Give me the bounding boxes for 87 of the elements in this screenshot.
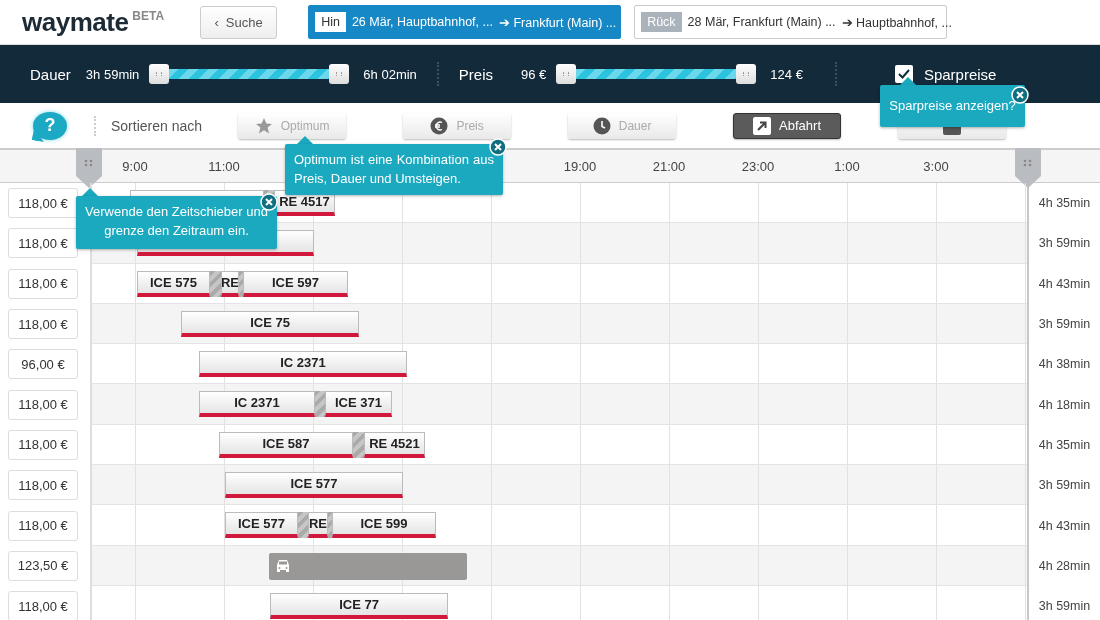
time-label: 19:00 [563,159,597,174]
savings-label: Sparpreise [923,65,997,83]
duration-text: 3h 59min [1038,236,1091,251]
trip-destination: ➔ Frankfurt (Main) ... [498,14,617,30]
duration-text: 4h 43min [1038,276,1091,291]
checkbox[interactable] [894,65,913,83]
sort-label: Sortieren nach [111,117,203,134]
train-segment[interactable]: ICE 597 [243,270,348,297]
trip-direction-tag: Rück [641,12,682,32]
train-segment[interactable]: ICE 577 [225,472,403,499]
train-segment[interactable]: RE [221,270,239,297]
back-button[interactable]: ‹ Suche [200,5,278,39]
transfer-gap [210,270,221,297]
duration-text: 4h 18min [1038,397,1091,412]
slider-handle[interactable] [149,64,170,84]
transfer-gap [298,512,308,539]
euro-icon [430,116,449,135]
duration-text: 3h 59min [1038,478,1091,493]
duration-text: 3h 59min [1038,599,1091,614]
train-segment[interactable]: ICE 587 [219,431,353,458]
price-tag[interactable]: 118,00 € [8,309,78,340]
price-tag[interactable]: 123,50 € [8,550,78,581]
train-segment[interactable]: ICE 599 [332,512,436,539]
train-segment[interactable]: IC 2371 [199,351,407,378]
range-handle[interactable] [1013,148,1043,188]
time-label: 11:00 [208,159,240,174]
trip-tab[interactable]: Hin 26 Mär, Hauptbahnhof, ... ➔ Frankfurt (Main) ... [308,5,622,39]
price-tag[interactable]: 118,00 € [8,268,78,299]
duration-min-value: 3h 59min [85,66,140,82]
range-handle[interactable] [74,148,104,188]
duration-text: 4h 35min [1038,196,1091,211]
price-tag[interactable]: 118,00 € [8,389,78,420]
duration-text: 3h 59min [1038,317,1091,332]
transfer-gap [239,270,243,297]
slider-handle[interactable] [329,64,350,84]
time-label: 23:00 [741,159,775,174]
train-segment[interactable]: RE [308,512,328,539]
price-tag[interactable]: 118,00 € [8,188,78,219]
car-icon [274,558,292,575]
tooltip: Verwende den Zeitschieber und grenze den Zeitraum ein. [76,196,277,249]
tooltip-pointer [900,77,916,85]
tooltip-pointer [297,136,313,144]
price-tag[interactable]: 96,00 € [8,349,78,380]
duration-slider[interactable] [149,63,350,85]
duration-text: 4h 43min [1038,518,1091,533]
tooltip: Sparpreise anzeigen? [880,85,1025,127]
logo: waymate [22,6,129,38]
train-segment[interactable]: IC 2371 [199,391,315,418]
sort-button[interactable]: Abfahrt [733,112,842,139]
car-segment[interactable] [269,552,467,580]
duration-max-value: 6h 02min [363,66,417,82]
price-label: Preis [458,65,493,83]
transfer-gap [328,512,332,539]
price-tag[interactable]: 118,00 € [8,470,78,501]
price-min-value: 96 € [521,66,547,82]
train-segment[interactable]: ICE 577 [225,512,298,539]
train-segment[interactable]: ICE 77 [270,592,448,619]
tooltip: Optimum ist eine Kombination aus Preis, Dauer und Umsteigen. [285,144,503,195]
duration-text: 4h 28min [1038,558,1091,573]
trip-origin: 26 Mär, Hauptbahnhof, ... [351,15,493,29]
price-tag[interactable]: 118,00 € [8,429,78,460]
beta-label: BETA [132,9,165,23]
time-label: 9:00 [122,159,148,174]
trip-origin: 28 Mär, Frankfurt (Main) ... [687,15,836,29]
price-tag[interactable]: 118,00 € [8,510,78,541]
price-tag[interactable]: 118,00 € [8,228,78,259]
train-segment[interactable]: ICE 371 [325,391,392,418]
train-segment[interactable]: ICE 575 [137,270,210,297]
time-label: 1:00 [834,159,860,174]
transfer-gap [315,391,325,418]
duration-text: 4h 38min [1038,357,1091,372]
tooltip-pointer [82,188,98,196]
time-label: 3:00 [923,159,949,174]
clock-icon [592,116,611,135]
duration-label: Dauer [30,65,71,83]
star-icon [254,116,273,135]
slider-handle[interactable] [556,64,577,84]
train-segment[interactable]: RE 4521 [364,431,425,458]
price-max-value: 124 € [770,66,803,82]
price-slider[interactable] [556,63,757,85]
transfer-gap [353,431,364,458]
trip-direction-tag: Hin [315,12,346,32]
time-label: 21:00 [652,159,686,174]
price-tag[interactable]: 118,00 € [8,591,78,620]
duration-text: 4h 35min [1038,437,1091,452]
slider-handle[interactable] [736,64,757,84]
train-segment[interactable]: ICE 75 [181,310,359,337]
